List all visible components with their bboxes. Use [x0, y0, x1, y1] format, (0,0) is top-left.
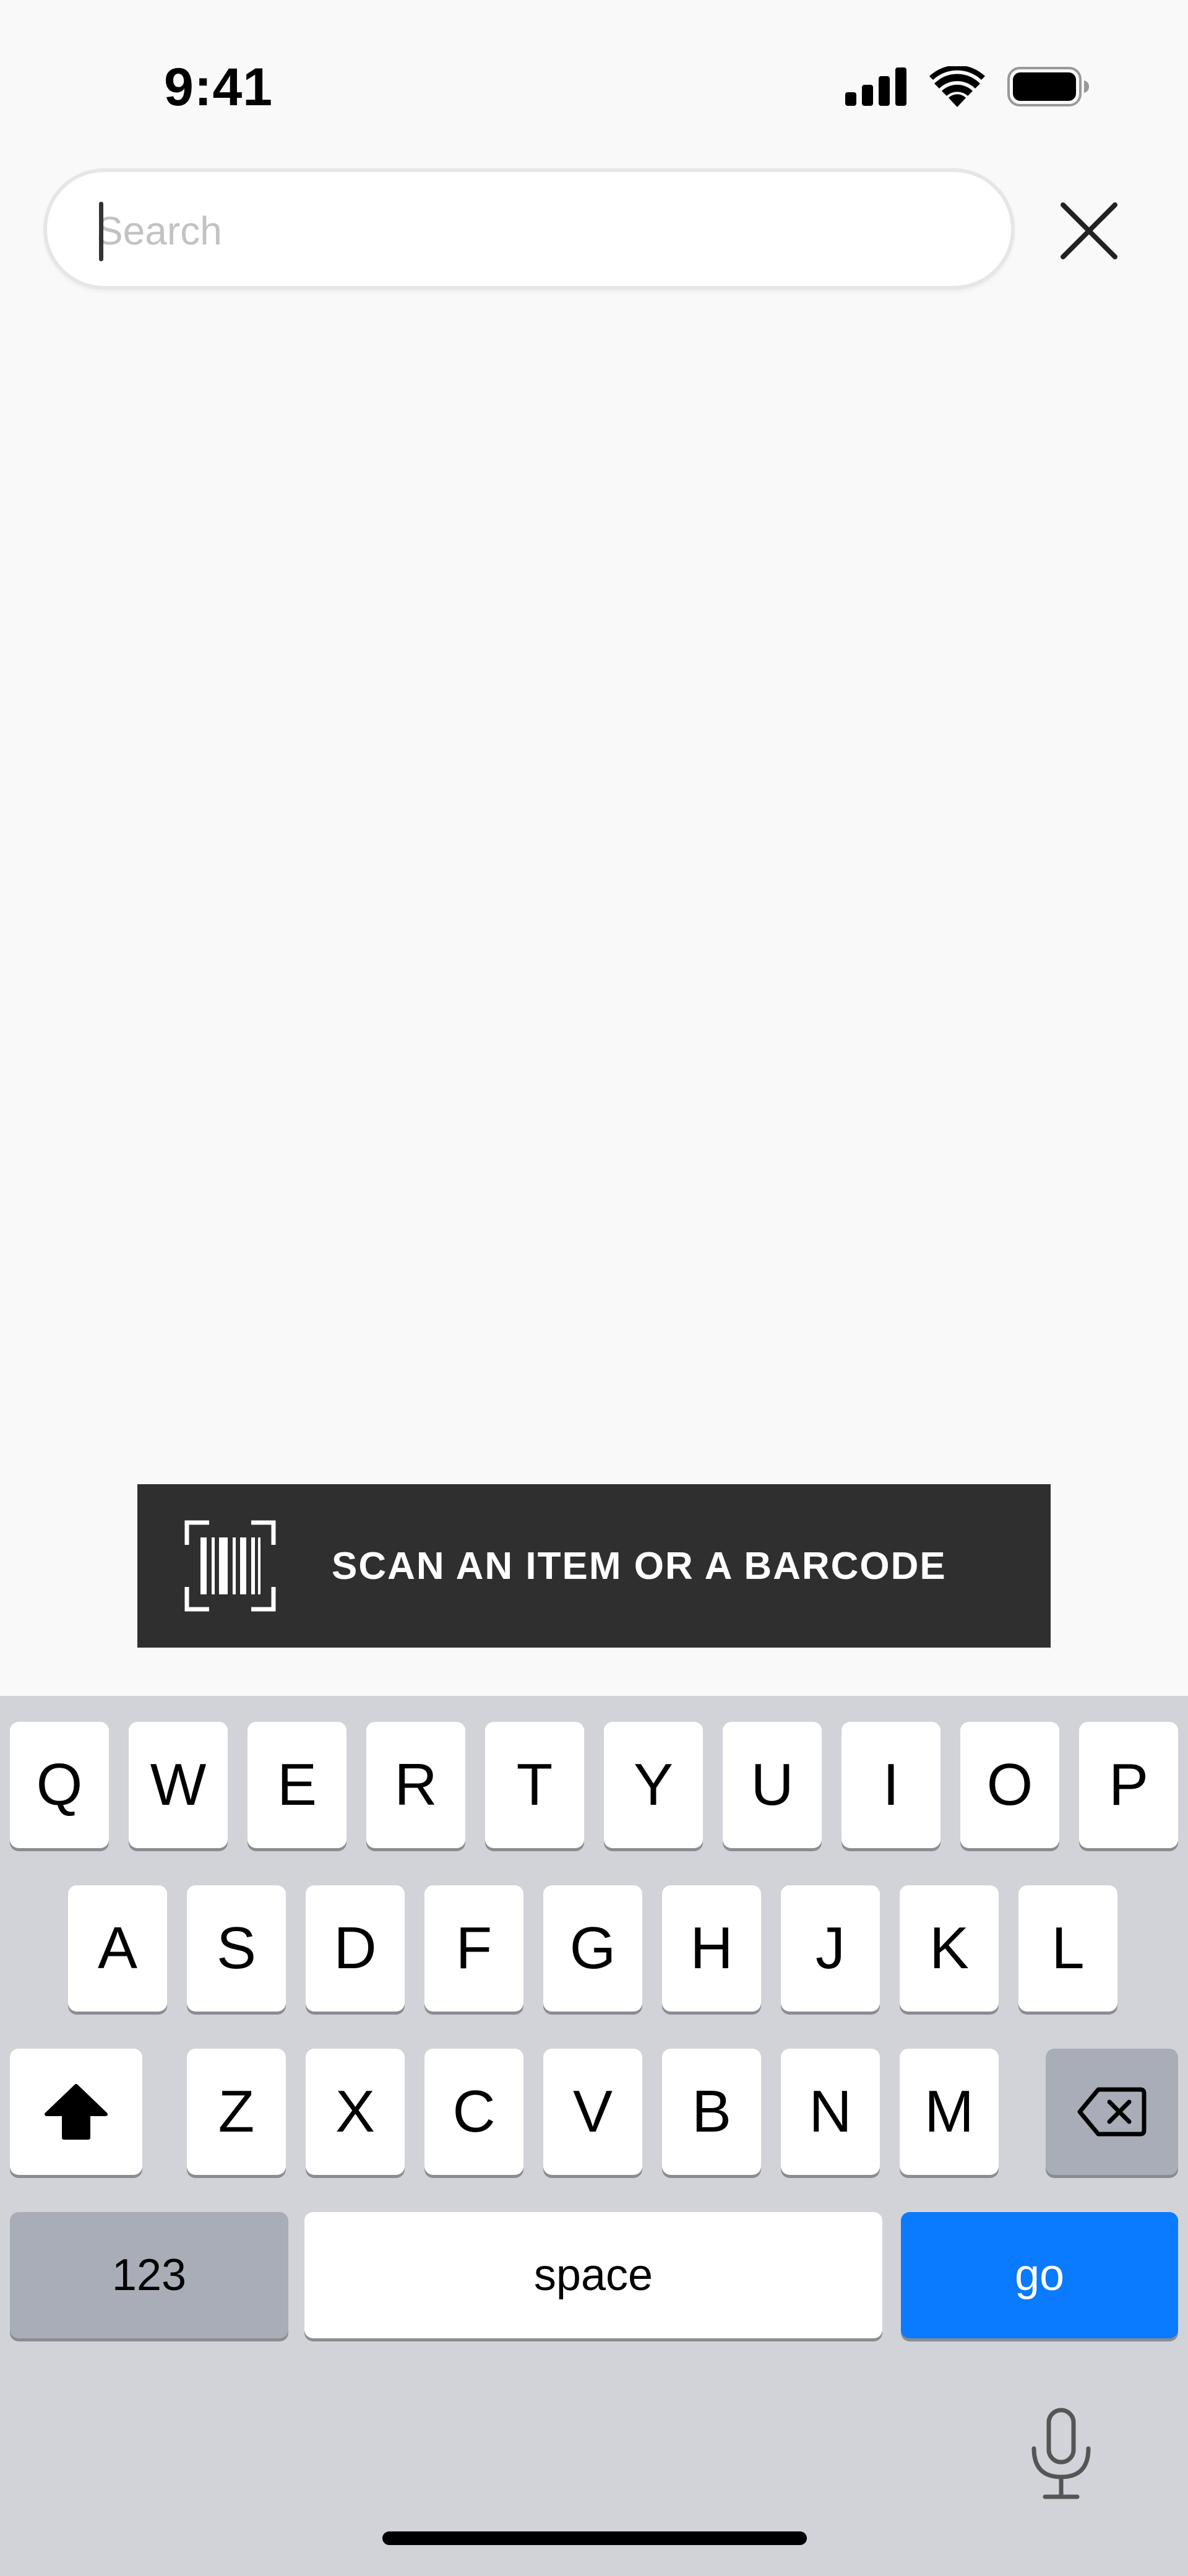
key-s[interactable]: S	[187, 1885, 286, 2012]
scan-barcode-button[interactable]: SCAN AN ITEM OR A BARCODE	[137, 1484, 1051, 1648]
status-icons	[845, 65, 1089, 108]
key-b[interactable]: B	[662, 2049, 761, 2175]
key-f[interactable]: F	[424, 1885, 523, 2012]
key-d[interactable]: D	[306, 1885, 405, 2012]
search-field[interactable]	[43, 168, 1015, 290]
text-cursor	[99, 202, 103, 261]
key-o[interactable]: O	[960, 1722, 1059, 1848]
key-w[interactable]: W	[129, 1722, 228, 1848]
barcode-scan-icon	[184, 1520, 276, 1612]
search-input[interactable]	[97, 197, 950, 265]
key-y[interactable]: Y	[604, 1722, 703, 1848]
key-c[interactable]: C	[424, 2049, 523, 2175]
wifi-icon	[929, 66, 985, 107]
dictation-button[interactable]	[1021, 2401, 1101, 2507]
key-z[interactable]: Z	[187, 2049, 286, 2175]
key-i[interactable]: I	[842, 1722, 940, 1848]
delete-key[interactable]	[1046, 2049, 1178, 2175]
key-u[interactable]: U	[723, 1722, 822, 1848]
key-r[interactable]: R	[366, 1722, 465, 1848]
key-g[interactable]: G	[543, 1885, 642, 2012]
delete-icon	[1077, 2087, 1147, 2137]
key-v[interactable]: V	[543, 2049, 642, 2175]
numbers-key[interactable]: 123	[10, 2212, 288, 2338]
key-p[interactable]: P	[1079, 1722, 1178, 1848]
key-n[interactable]: N	[781, 2049, 880, 2175]
shift-key[interactable]	[10, 2049, 142, 2175]
key-k[interactable]: K	[900, 1885, 999, 2012]
close-button[interactable]	[1052, 197, 1126, 265]
go-key[interactable]: go	[901, 2212, 1178, 2338]
space-key[interactable]: space	[304, 2212, 882, 2338]
key-x[interactable]: X	[306, 2049, 405, 2175]
key-m[interactable]: M	[900, 2049, 999, 2175]
key-a[interactable]: A	[68, 1885, 167, 2012]
search-screen: 9:41 Search SCAN AN ITEM OR A BARCODE Q …	[0, 0, 1188, 2576]
key-q[interactable]: Q	[10, 1722, 109, 1848]
status-bar: 9:41	[0, 0, 1188, 155]
key-l[interactable]: L	[1018, 1885, 1117, 2012]
scan-banner-label: SCAN AN ITEM OR A BARCODE	[332, 1544, 947, 1588]
key-j[interactable]: J	[781, 1885, 880, 2012]
signal-icon	[845, 67, 906, 106]
microphone-icon	[1031, 2408, 1091, 2499]
status-time: 9:41	[164, 58, 273, 117]
shift-icon	[45, 2084, 108, 2140]
home-indicator	[382, 2531, 807, 2545]
key-e[interactable]: E	[248, 1722, 346, 1848]
close-icon	[1061, 202, 1117, 259]
key-t[interactable]: T	[485, 1722, 584, 1848]
battery-icon	[1007, 67, 1089, 106]
key-h[interactable]: H	[662, 1885, 761, 2012]
